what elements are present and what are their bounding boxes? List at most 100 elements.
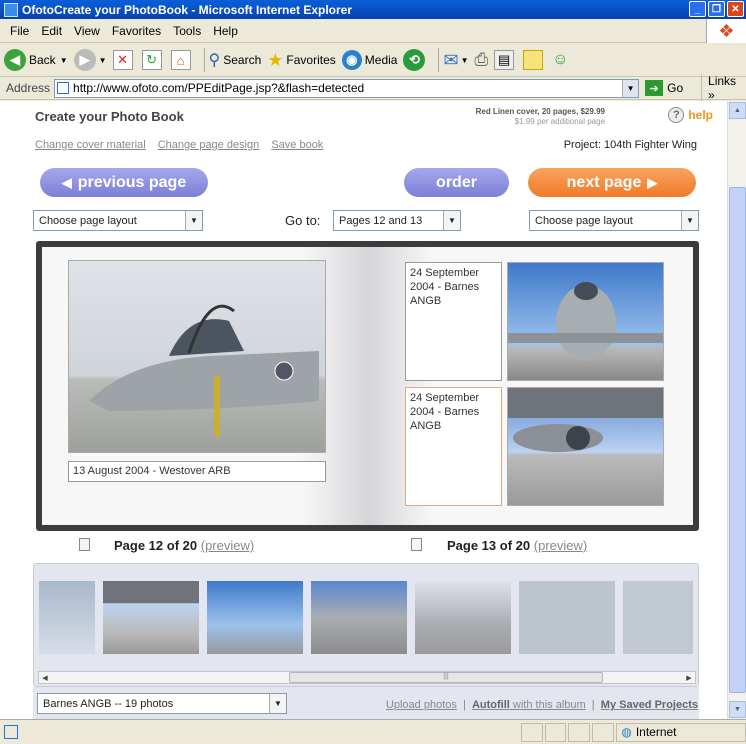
aircraft-illustration [89, 304, 319, 436]
edit-button[interactable]: ▤ [494, 46, 517, 74]
aircraft-front-illustration [508, 282, 663, 361]
chevron-down-icon: ▼ [185, 211, 202, 230]
save-book-link[interactable]: Save book [271, 139, 323, 151]
upload-photos-link[interactable]: Upload photos [386, 699, 457, 711]
messenger-button[interactable]: ☺ [552, 46, 568, 74]
caption-right-bottom[interactable]: 24 September 2004 - Barnes ANGB [405, 387, 502, 506]
thumbnail[interactable] [623, 581, 693, 654]
thumbnail-scrollbar[interactable]: ◀ ||| ▶ [38, 671, 696, 684]
globe-icon: ◍ [621, 725, 632, 739]
links-button[interactable]: Links » [701, 74, 746, 102]
status-cell [592, 722, 615, 742]
menu-view[interactable]: View [74, 24, 100, 38]
toolbar-separator [203, 48, 205, 72]
photo-aircraft-engine[interactable] [507, 387, 664, 506]
refresh-button[interactable]: ↻ [141, 46, 165, 74]
page-right-number: Page 13 of 20 (preview) [447, 538, 587, 553]
status-cell [568, 722, 591, 742]
back-dropdown-icon[interactable]: ▼ [60, 56, 68, 65]
autofill-link[interactable]: Autofill with this album [472, 699, 586, 711]
forward-button[interactable]: ▶ ▼ [73, 46, 107, 74]
thumbnail[interactable] [103, 581, 199, 654]
address-input[interactable]: http://www.ofoto.com/PPEditPage.jsp?&fla… [54, 78, 640, 98]
caption-left-photo[interactable]: 13 August 2004 - Westover ARB [68, 461, 326, 482]
change-cover-link[interactable]: Change cover material [35, 139, 146, 151]
mail-icon: ✉ [443, 49, 459, 70]
photo-aircraft-front[interactable] [507, 262, 664, 381]
refresh-icon: ↻ [141, 50, 162, 70]
album-select[interactable]: Barnes ANGB -- 19 photos ▼ [37, 693, 287, 714]
thumbnail[interactable] [311, 581, 407, 654]
help-link[interactable]: ? help [668, 107, 713, 123]
address-bar: Address http://www.ofoto.com/PPEditPage.… [0, 74, 746, 102]
messenger-icon: ☺ [552, 51, 569, 68]
discuss-button[interactable] [523, 46, 546, 74]
thumbnail[interactable] [519, 581, 615, 654]
page-icon [411, 538, 422, 551]
preview-left-link[interactable]: (preview) [201, 538, 254, 553]
menu-tools[interactable]: Tools [173, 24, 201, 38]
menu-favorites[interactable]: Favorites [112, 24, 161, 38]
menu-edit[interactable]: Edit [41, 24, 62, 38]
previous-page-button[interactable]: ◀ previous page [40, 168, 208, 197]
maximize-button[interactable]: ❐ [708, 1, 725, 17]
change-design-link[interactable]: Change page design [158, 139, 260, 151]
ie-icon [4, 2, 18, 17]
scroll-down-icon[interactable]: ▼ [729, 701, 746, 718]
page-icon [79, 538, 90, 551]
media-button[interactable]: ◉ Media [341, 46, 397, 74]
page-status-icon [4, 725, 18, 739]
search-button[interactable]: ⚲ Search [209, 46, 262, 74]
status-bar: ◍ Internet [0, 719, 746, 744]
address-dropdown-icon[interactable]: ▼ [622, 79, 639, 97]
history-button[interactable]: ⟲ [403, 46, 428, 74]
minimize-button[interactable]: _ [689, 1, 706, 17]
zone-label: Internet [635, 725, 677, 739]
go-arrow-icon: ➔ [645, 80, 664, 96]
stop-button[interactable]: ✕ [112, 46, 136, 74]
next-page-button[interactable]: next page ▶ [528, 168, 696, 197]
thumbnail[interactable] [415, 581, 511, 654]
autofill-rest-label: with this album [512, 699, 586, 711]
scrollbar-thumb[interactable]: ||| [289, 672, 603, 683]
thumbnail[interactable] [207, 581, 303, 654]
left-page: 13 August 2004 - Westover ARB [42, 247, 367, 525]
layout-select-left[interactable]: Choose page layout ▼ [33, 210, 203, 231]
saved-projects-link[interactable]: My Saved Projects [601, 699, 698, 711]
goto-select[interactable]: Pages 12 and 13 ▼ [333, 210, 461, 231]
help-icon: ? [668, 107, 685, 123]
photo-strip: ◀ ||| ▶ [33, 563, 699, 687]
forward-dropdown-icon[interactable]: ▼ [99, 56, 107, 65]
back-button[interactable]: ◀ Back ▼ [4, 46, 68, 74]
caption-right-top[interactable]: 24 September 2004 - Barnes ANGB [405, 262, 502, 381]
window-title: OfotoCreate your PhotoBook - Microsoft I… [22, 2, 353, 17]
go-button[interactable]: ➔ Go [645, 80, 695, 96]
thumbnail[interactable] [39, 581, 95, 654]
mail-button[interactable]: ✉ ▼ [443, 46, 468, 74]
photo-aircraft-cockpit[interactable] [68, 260, 326, 453]
favorites-label: Favorites [286, 53, 336, 67]
scroll-right-icon[interactable]: ▶ [683, 672, 695, 683]
note-icon [523, 50, 544, 70]
scroll-left-icon[interactable]: ◀ [39, 672, 51, 683]
right-page: 24 September 2004 - Barnes ANGB 24 Septe… [367, 247, 693, 525]
links-label: Links [708, 74, 737, 88]
goto-select-value: Pages 12 and 13 [339, 214, 423, 227]
standard-toolbar: ◀ Back ▼ ▶ ▼ ✕ ↻ ⌂ ⚲ Search ★ Favorites … [0, 44, 746, 77]
status-cell [520, 722, 543, 742]
page-title: Create your Photo Book [35, 109, 184, 124]
menu-file[interactable]: File [10, 24, 29, 38]
favorites-button[interactable]: ★ Favorites [267, 46, 336, 74]
home-button[interactable]: ⌂ [170, 46, 194, 74]
scroll-up-icon[interactable]: ▲ [729, 102, 746, 119]
page-scrollbar[interactable]: ▲ ▼ [727, 101, 746, 719]
menu-help[interactable]: Help [213, 24, 238, 38]
print-button[interactable]: ⎙ [474, 46, 488, 74]
layout-select-right[interactable]: Choose page layout ▼ [529, 210, 699, 231]
next-page-label: next page [566, 173, 642, 191]
order-button[interactable]: order [404, 168, 509, 197]
close-button[interactable]: ✕ [727, 1, 744, 17]
scrollbar-thumb[interactable] [729, 187, 746, 693]
preview-right-link[interactable]: (preview) [534, 538, 587, 553]
address-url: http://www.ofoto.com/PPEditPage.jsp?&fla… [73, 81, 365, 95]
